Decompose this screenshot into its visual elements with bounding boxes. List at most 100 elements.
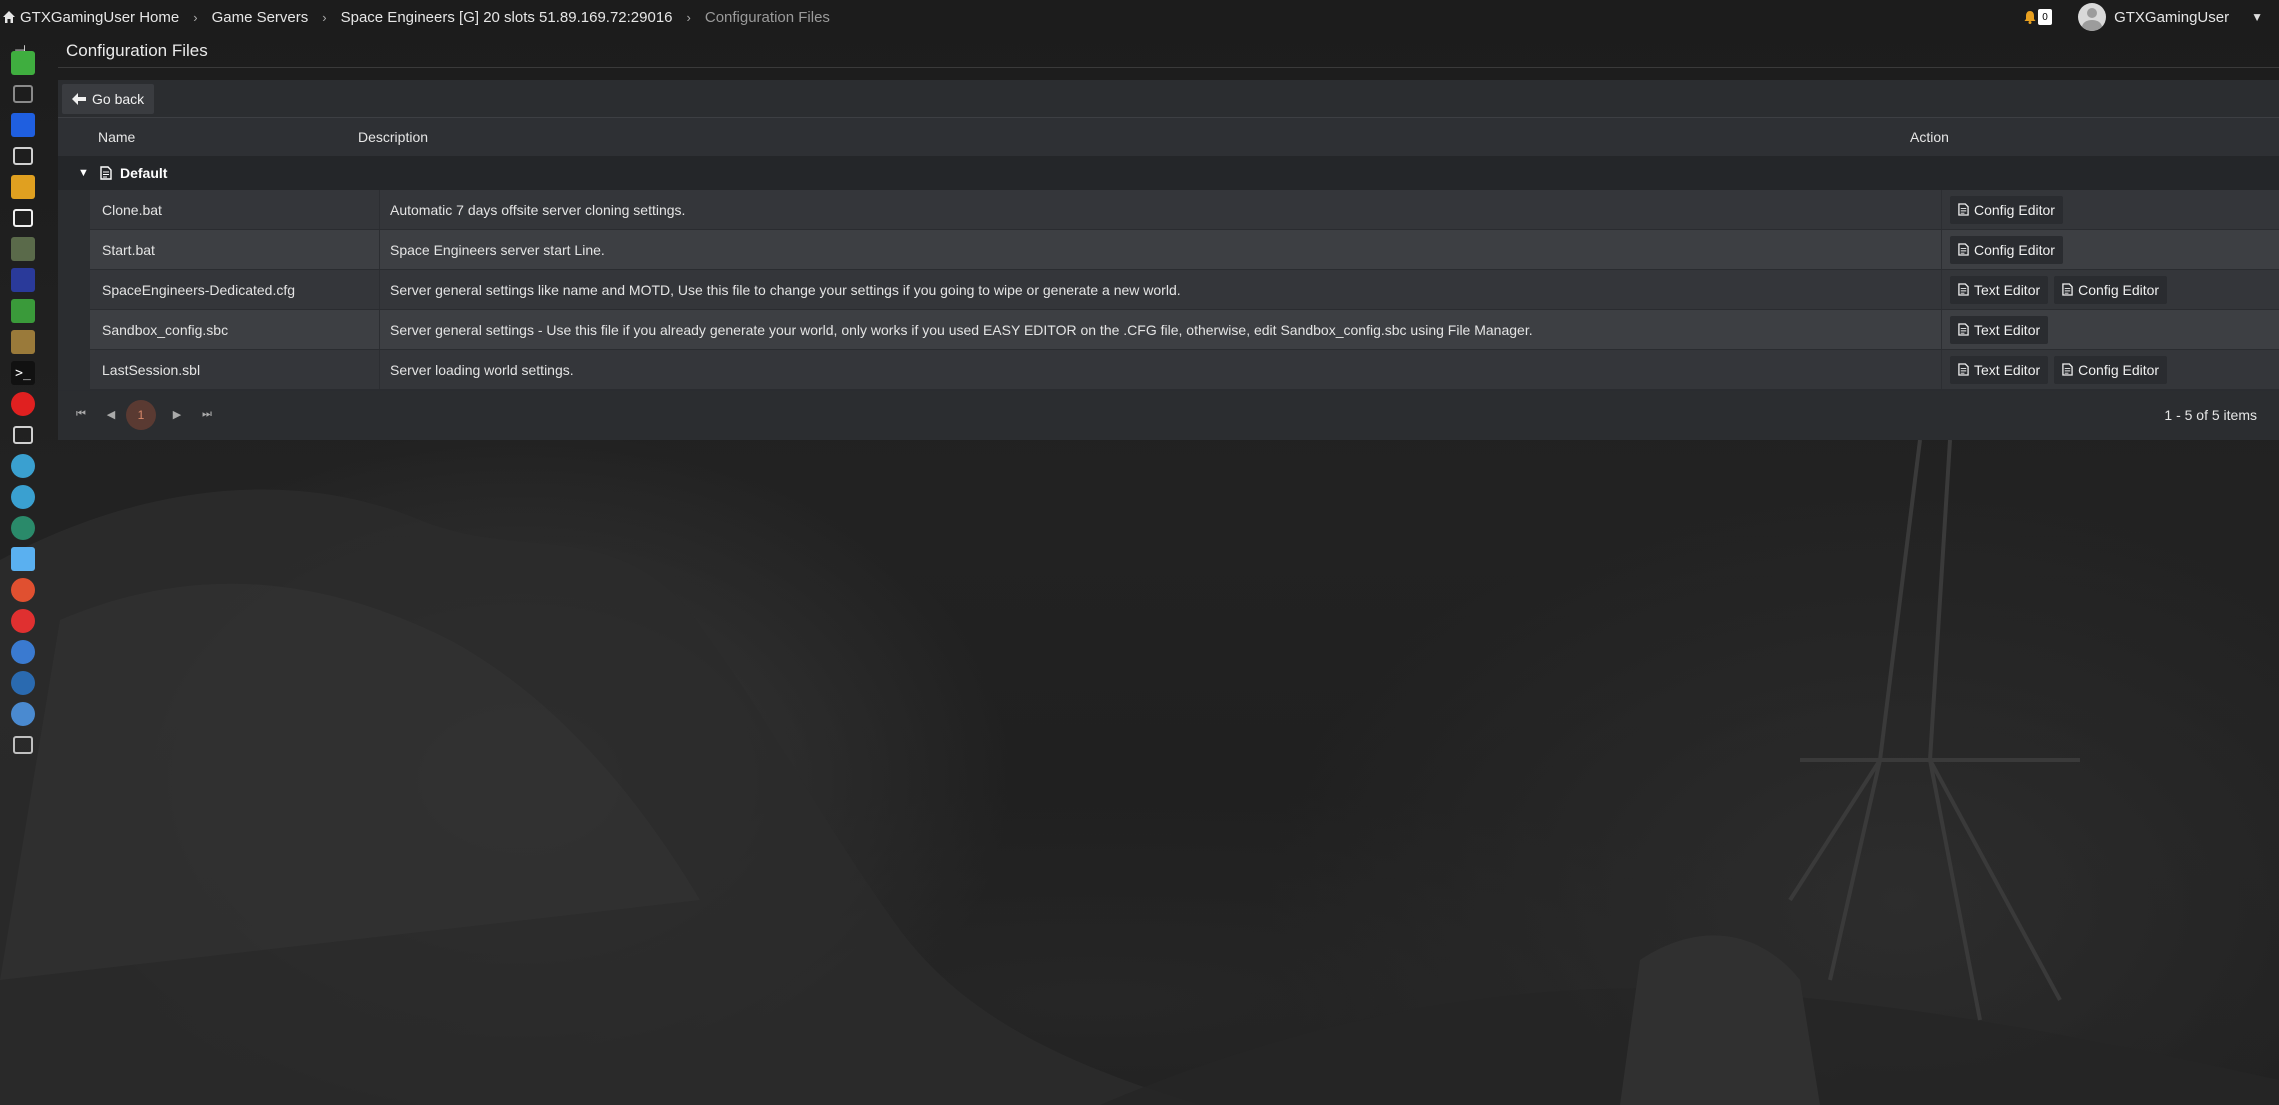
folder-icon[interactable] <box>9 173 37 201</box>
sliders-icon[interactable] <box>9 80 37 108</box>
mods-orange-icon[interactable] <box>9 328 37 356</box>
table-row[interactable]: Clone.bat Automatic 7 days offsite server… <box>90 190 2279 230</box>
notification-count: 0 <box>2038 9 2053 25</box>
file-name: SpaceEngineers-Dedicated.cfg <box>90 270 380 309</box>
file-icon <box>2062 283 2073 296</box>
flask-icon[interactable] <box>9 142 37 170</box>
cloud-upload-icon[interactable] <box>9 111 37 139</box>
file-description: Server loading world settings. <box>380 350 1942 389</box>
page-title: Configuration Files <box>66 40 208 60</box>
action-label: Config Editor <box>2078 281 2160 298</box>
file-name: Sandbox_config.sbc <box>90 310 380 349</box>
chart-icon[interactable] <box>9 421 37 449</box>
prev-page-icon[interactable]: ◀ <box>96 400 126 430</box>
next-page-icon[interactable]: ▶ <box>162 400 192 430</box>
breadcrumb-game-servers[interactable]: Game Servers <box>206 9 315 26</box>
clock-icon[interactable] <box>9 390 37 418</box>
bell-icon <box>2024 11 2036 24</box>
settings-icon[interactable] <box>9 731 37 759</box>
arrow-left-icon <box>72 92 86 105</box>
header-right: 0 GTXGamingUser ▼ <box>2024 0 2279 34</box>
breadcrumb-server[interactable]: Space Engineers [G] 20 slots 51.89.169.7… <box>335 9 679 26</box>
action-label: Text Editor <box>1974 321 2041 338</box>
mods-blue-icon[interactable] <box>9 266 37 294</box>
user-menu[interactable]: GTXGamingUser ▼ <box>2078 3 2263 31</box>
home-icon <box>3 11 15 23</box>
file-name: Clone.bat <box>90 190 380 229</box>
chevron-right-icon: › <box>193 9 198 25</box>
avatar <box>2078 3 2107 31</box>
group-label: Default <box>120 165 168 181</box>
row-actions: Text Editor <box>1942 310 2049 349</box>
group-row-default[interactable]: ▼ Default <box>58 156 2279 190</box>
steam-workshop-icon[interactable] <box>9 235 37 263</box>
pager-info: 1 - 5 of 5 items <box>2164 407 2257 423</box>
text-editor-button[interactable]: Text Editor <box>1950 315 2049 344</box>
umbrella-icon[interactable] <box>9 452 37 480</box>
file-icon <box>1958 323 1969 336</box>
row-actions: Config Editor <box>1942 190 2063 229</box>
last-page-icon[interactable]: ⏭ <box>192 400 222 430</box>
column-header-description[interactable]: Description <box>350 129 1910 145</box>
breadcrumb: GTXGamingUser Home › Game Servers › Spac… <box>0 0 836 34</box>
row-actions: Text Editor Config Editor <box>1942 270 2168 309</box>
mods-green-icon[interactable] <box>9 297 37 325</box>
user-green-icon[interactable] <box>9 514 37 542</box>
top-bar: GTXGamingUser Home › Game Servers › Spac… <box>0 0 2279 34</box>
file-icon <box>1958 203 1969 216</box>
text-editor-button[interactable]: Text Editor <box>1950 355 2049 384</box>
table-row[interactable]: SpaceEngineers-Dedicated.cfg Server gener… <box>90 270 2279 310</box>
config-editor-button[interactable]: Config Editor <box>1950 235 2063 264</box>
file-description: Server general settings like name and MO… <box>380 270 1942 309</box>
action-label: Config Editor <box>2078 361 2160 378</box>
row-actions: Text Editor Config Editor <box>1942 350 2168 389</box>
file-icon <box>1958 243 1969 256</box>
table-body: Clone.bat Automatic 7 days offsite server… <box>58 190 2279 390</box>
book-icon[interactable] <box>9 638 37 666</box>
table-row[interactable]: Start.bat Space Engineers server start Li… <box>90 230 2279 270</box>
caret-down-icon: ▼ <box>2251 10 2263 24</box>
config-editor-button[interactable]: Config Editor <box>2054 275 2168 304</box>
current-page[interactable]: 1 <box>126 399 156 430</box>
action-label: Config Editor <box>1974 201 2055 218</box>
notifications-button[interactable]: 0 <box>2024 9 2053 25</box>
title-row: Configuration Files <box>58 34 2279 68</box>
gamepad-icon[interactable] <box>9 49 37 77</box>
config-editor-button[interactable]: Config Editor <box>2054 355 2168 384</box>
first-page-icon[interactable]: ⏮ <box>66 400 96 430</box>
text-editor-button[interactable]: Text Editor <box>1950 275 2049 304</box>
caret-down-icon[interactable]: ▼ <box>78 167 96 179</box>
toolbar: Go back <box>58 80 2279 118</box>
user-orange-icon[interactable] <box>9 576 37 604</box>
support-icon[interactable] <box>9 483 37 511</box>
breadcrumb-home-label: GTXGamingUser Home <box>20 8 180 26</box>
action-label: Text Editor <box>1974 281 2041 298</box>
person-icon[interactable] <box>9 669 37 697</box>
first-aid-icon[interactable] <box>9 607 37 635</box>
pager: ⏮ ◀ 1 ▶ ⏭ 1 - 5 of 5 items <box>58 390 2279 438</box>
file-description: Space Engineers server start Line. <box>380 230 1942 269</box>
file-description: Server general settings - Use this file … <box>380 310 1942 349</box>
config-files-panel: Go back Name Description Action ▼ Defaul… <box>58 80 2279 440</box>
column-header-action: Action <box>1910 129 1949 145</box>
go-back-button[interactable]: Go back <box>62 83 155 114</box>
file-name: LastSession.sbl <box>90 350 380 389</box>
action-label: Config Editor <box>1974 241 2055 258</box>
file-icon <box>2062 363 2073 376</box>
config-editor-button[interactable]: Config Editor <box>1950 195 2063 224</box>
file-name: Start.bat <box>90 230 380 269</box>
swirl-icon[interactable] <box>9 700 37 728</box>
database-icon[interactable] <box>9 545 37 573</box>
row-actions: Config Editor <box>1942 230 2063 269</box>
breadcrumb-current: Configuration Files <box>704 8 830 26</box>
file-icon <box>100 166 112 180</box>
file-edit-icon[interactable] <box>9 204 37 232</box>
table-row[interactable]: Sandbox_config.sbc Server general setting… <box>90 310 2279 350</box>
file-icon <box>1958 283 1969 296</box>
terminal-icon[interactable]: >_ <box>9 359 37 387</box>
table-row[interactable]: LastSession.sbl Server loading world sett… <box>90 350 2279 390</box>
file-description: Automatic 7 days offsite server cloning … <box>380 190 1942 229</box>
column-header-name[interactable]: Name <box>58 129 350 145</box>
go-back-label: Go back <box>92 90 145 107</box>
breadcrumb-home[interactable]: GTXGamingUser Home <box>0 9 185 26</box>
